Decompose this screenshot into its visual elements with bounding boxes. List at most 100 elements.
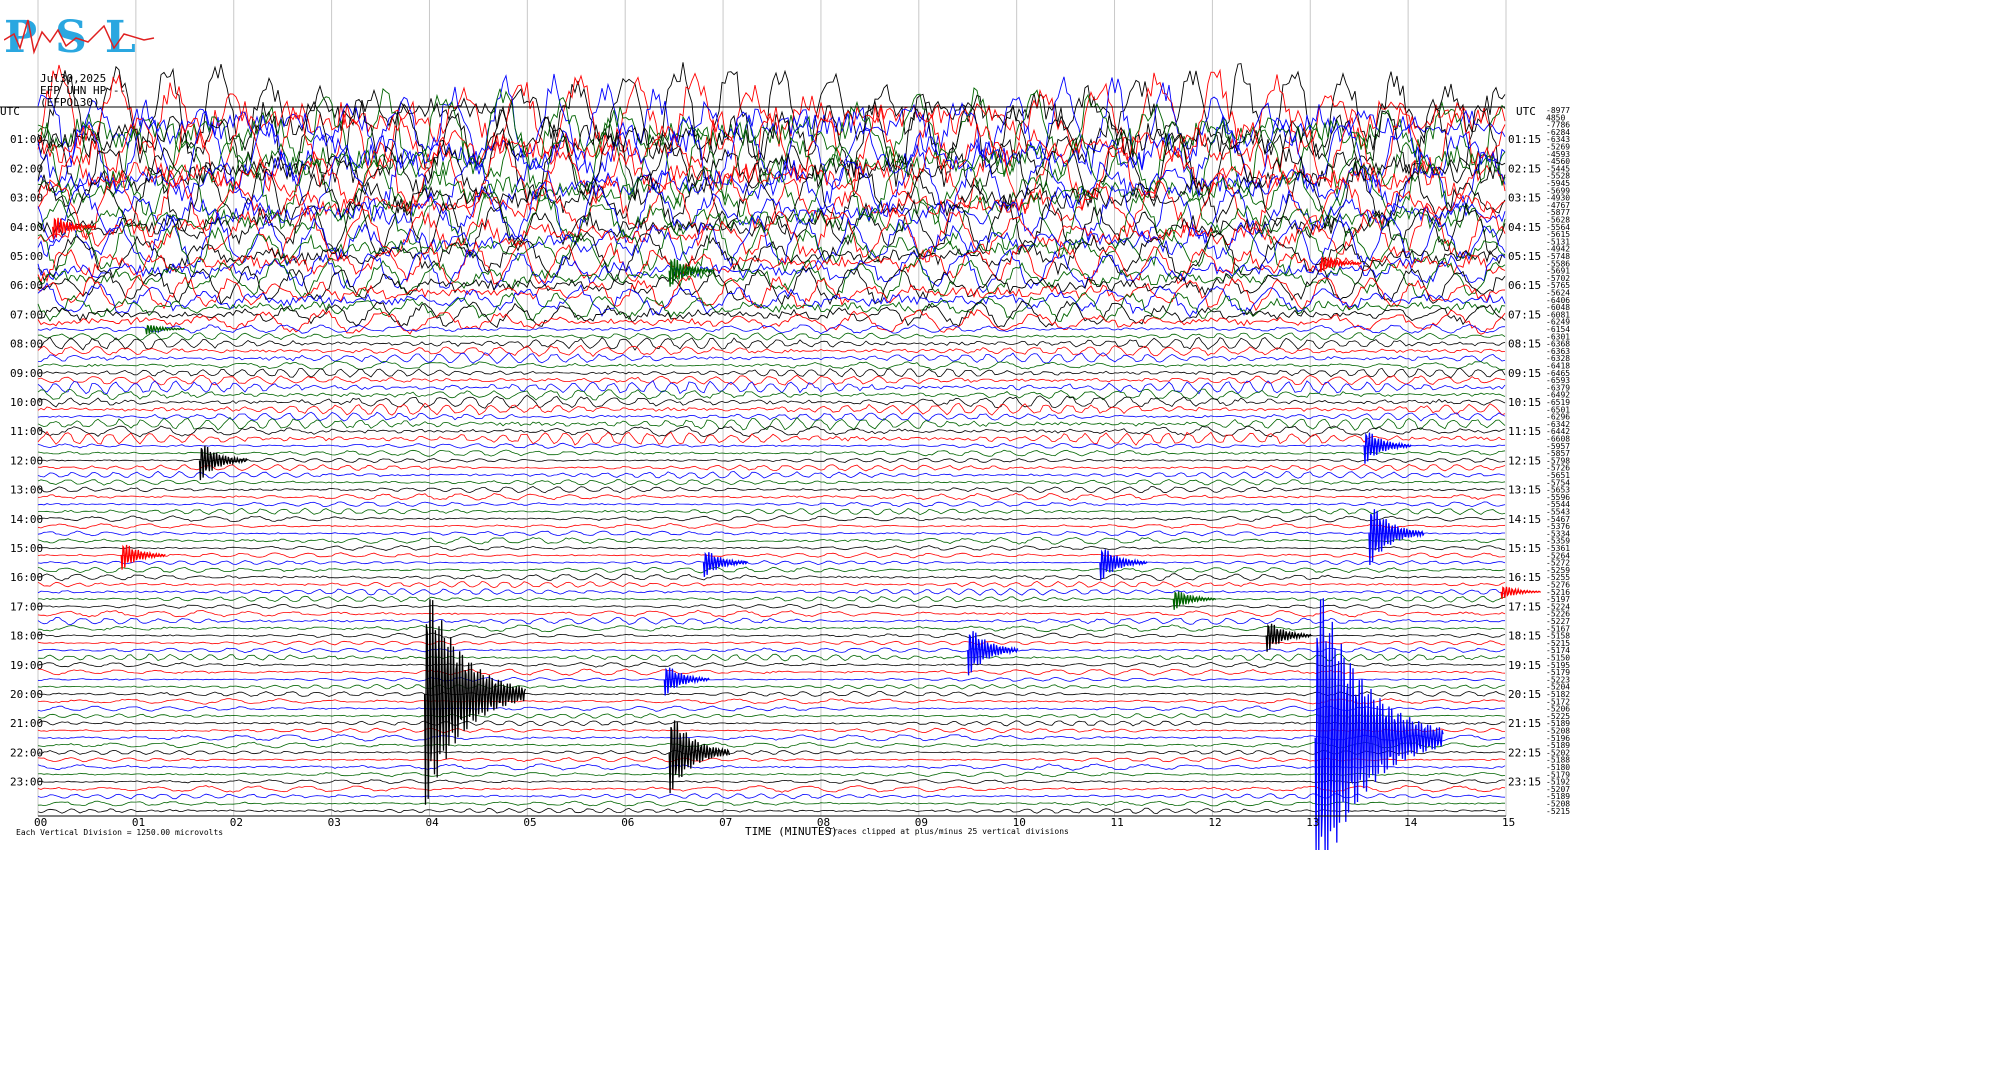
station-network: (EFPOL30) [40,96,100,109]
trace-row-58 [37,530,1505,537]
trace-row-96 [37,807,1506,815]
hour-label-left-5: 06:00 [10,279,43,292]
trace-row-37 [37,374,1506,386]
trace-row-77 [37,668,1506,676]
trace-row-75 [37,653,1506,662]
trace-row-59 [37,536,1506,545]
trace-row-88 [37,749,1506,756]
event-9 [1368,509,1425,566]
hour-labels-left: 01:00 02:00 03:00 04:00 05:00 06:00 07:00 08:00… [10,133,43,788]
trace-row-67 [37,595,1506,603]
hour-label-left-10: 11:00 [10,425,43,438]
trace-row-87 [37,741,1506,749]
clip-note: Traces clipped at plus/minus 25 vertical… [828,827,1069,836]
trace-row-41 [37,402,1506,416]
event-4 [198,445,248,481]
x-axis-label: TIME (MINUTES) [745,825,838,838]
hour-label-right-6: 07:15 [1508,308,1541,321]
hour-label-left-21: 22:00 [10,746,43,759]
trace-row-90 [37,763,1506,771]
hour-label-left-16: 17:00 [10,600,43,613]
trace-row-86 [38,734,1506,742]
hour-label-left-4: 05:00 [10,250,43,263]
x-tick-15: 15 [1502,816,1515,829]
trace-row-66 [37,588,1506,596]
trace-row-49 [37,464,1506,472]
trace-row-83 [37,712,1506,719]
trace-row-74 [37,647,1506,654]
trace-row-89 [37,756,1506,763]
trace-row-48 [37,457,1506,464]
trace-row-34 [37,352,1506,365]
hour-label-left-20: 21:00 [10,717,43,730]
trace-row-32 [37,336,1506,351]
hour-label-right-8: 09:15 [1508,367,1541,380]
hour-label-right-4: 05:15 [1508,250,1541,263]
hour-label-right-17: 18:15 [1508,630,1541,643]
trace-row-55 [37,507,1506,516]
hour-label-right-13: 14:15 [1508,513,1541,526]
trace-row-23 [37,256,1506,300]
hour-label-right-20: 21:15 [1508,717,1541,730]
hour-label-left-8: 09:00 [10,367,43,380]
trace-row-39 [37,388,1506,401]
x-tick-13: 13 [1306,816,1319,829]
trace-row-93 [37,785,1506,793]
x-tick-06: 06 [621,816,634,829]
hour-label-right-7: 08:15 [1508,338,1541,351]
x-tick-14: 14 [1404,816,1418,829]
hour-label-left-7: 08:00 [10,338,43,351]
trace-row-57 [37,523,1506,529]
event-12 [1265,623,1312,652]
trace-row-51 [37,479,1506,486]
utc-label-left: UTC [0,105,20,118]
event-14 [663,667,710,696]
hour-label-right-3: 04:15 [1508,221,1541,234]
hour-label-left-17: 18:00 [10,630,43,643]
x-tick-02: 02 [230,816,243,829]
hour-label-left-18: 19:00 [10,659,43,672]
seismic-traces [37,62,1506,815]
trace-row-52 [37,485,1506,494]
trace-row-92 [37,779,1506,785]
helicorder-chart: 00 01 02 03 04 05 06 07 08 09 10 11 12 13 14 15 01:0002… [0,0,1570,851]
trace-row-45 [37,430,1506,446]
trace-row-63 [37,566,1506,574]
trace-row-46 [37,442,1506,449]
event-11 [1500,586,1542,599]
x-tick-12: 12 [1208,816,1221,829]
hour-label-right-0: 01:15 [1508,133,1541,146]
hour-label-left-0: 01:00 [10,133,43,146]
hour-label-right-15: 16:15 [1508,571,1541,584]
hour-label-right-1: 02:15 [1508,162,1541,175]
trace-row-73 [37,640,1506,646]
trace-row-47 [37,449,1506,457]
trace-row-35 [37,360,1506,371]
event-13 [967,631,1019,676]
hour-label-right-10: 11:15 [1508,425,1541,438]
trace-row-82 [37,705,1506,712]
hour-label-right-12: 13:15 [1508,484,1541,497]
trace-row-69 [37,609,1506,618]
hour-label-left-13: 14:00 [10,513,43,526]
hour-label-left-3: 04:00 [10,221,43,234]
trace-row-76 [37,661,1506,668]
x-tick-03: 03 [328,816,341,829]
hour-label-right-14: 15:15 [1508,542,1541,555]
hour-labels-right: 01:15 02:15 03:15 04:15 05:15 06:15 07:15 08:15… [1508,133,1541,788]
hour-label-left-15: 16:00 [10,571,43,584]
trace-row-94 [37,793,1506,800]
hour-label-left-12: 13:00 [10,484,43,497]
trace-row-33 [37,344,1506,357]
row-offset-labels: -89774850-7786-6284-6343-5269-4593-4560-… [1546,106,1570,816]
trace-row-56 [37,515,1506,523]
trace-row-19 [37,223,1506,277]
trace-row-62 [37,560,1506,566]
hour-label-right-19: 20:15 [1508,688,1541,701]
trace-row-54 [37,501,1506,508]
x-tick-04: 04 [425,816,439,829]
event-1 [668,258,715,287]
trace-row-71 [37,624,1506,633]
trace-row-42 [37,411,1506,422]
hour-label-left-9: 10:00 [10,396,43,409]
